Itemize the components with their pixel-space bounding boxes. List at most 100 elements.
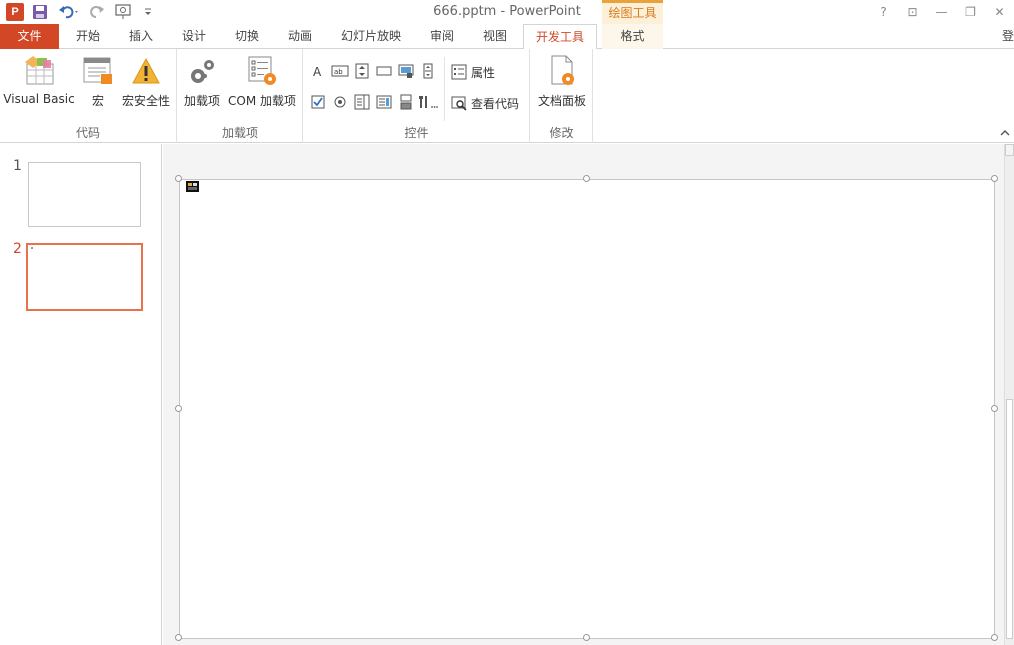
tab-design[interactable]: 设计 xyxy=(168,24,220,49)
macro-security-button[interactable]: 宏安全性 xyxy=(120,55,172,109)
com-addins-button[interactable]: COM 加载项 xyxy=(226,55,298,109)
toggle-button-icon xyxy=(400,94,412,110)
label-icon: A xyxy=(313,65,322,78)
group-code: Visual Basic 宏 宏安全性 代码 xyxy=(0,49,177,143)
textbox-control-button[interactable]: ab xyxy=(331,62,349,80)
more-controls-button[interactable] xyxy=(417,93,439,111)
tab-review[interactable]: 审阅 xyxy=(416,24,468,49)
macros-button[interactable]: 宏 xyxy=(80,55,116,109)
collapse-ribbon-button[interactable] xyxy=(1000,129,1010,140)
tab-slide-show[interactable]: 幻灯片放映 xyxy=(328,24,414,49)
visual-basic-label: Visual Basic xyxy=(3,92,75,106)
properties-button[interactable]: 属性 xyxy=(451,62,495,82)
group-addins: 加载项 COM 加载项 加载项 xyxy=(178,49,303,143)
resize-handle[interactable] xyxy=(991,405,998,412)
group-controls: A ab 属性 查看代码 控件 xyxy=(304,49,530,143)
document-panel-label: 文档面板 xyxy=(537,94,586,108)
slide-thumbnail-2[interactable] xyxy=(26,243,143,311)
group-controls-label: 控件 xyxy=(404,126,429,140)
tab-developer[interactable]: 开发工具 xyxy=(523,24,597,50)
activex-control-icon[interactable] xyxy=(186,181,199,192)
combobox-icon xyxy=(376,95,392,109)
toggle-button-control-button[interactable] xyxy=(397,93,415,111)
scrollbar-control-button[interactable] xyxy=(419,62,437,80)
close-button[interactable]: ✕ xyxy=(985,0,1014,24)
properties-icon xyxy=(451,64,467,80)
ribbon: Visual Basic 宏 宏安全性 代码 加载项 COM 加载项 加载项 A… xyxy=(0,49,1014,143)
resize-handle[interactable] xyxy=(583,634,590,641)
view-code-icon xyxy=(451,96,467,111)
command-button-control-button[interactable] xyxy=(375,62,393,80)
tab-insert[interactable]: 插入 xyxy=(115,24,167,49)
tab-animations[interactable]: 动画 xyxy=(274,24,326,49)
resize-handle[interactable] xyxy=(991,634,998,641)
radio-icon xyxy=(334,96,346,108)
tab-view[interactable]: 视图 xyxy=(469,24,521,49)
slide-number: 2 xyxy=(13,241,22,257)
tab-file[interactable]: 文件 xyxy=(0,24,59,49)
properties-label: 属性 xyxy=(471,65,496,80)
gears-icon xyxy=(191,60,214,83)
textbox-icon: ab xyxy=(331,65,349,77)
label-control-button[interactable]: A xyxy=(309,62,327,80)
option-button-control-button[interactable] xyxy=(331,93,349,111)
addins-button[interactable]: 加载项 xyxy=(182,55,222,109)
visual-basic-icon xyxy=(25,56,54,85)
listbox-icon xyxy=(354,94,370,110)
resize-handle[interactable] xyxy=(175,175,182,182)
svg-text:ab: ab xyxy=(334,68,343,76)
tab-home[interactable]: 开始 xyxy=(62,24,114,49)
window-controls: ? ⊡ — ❐ ✕ xyxy=(869,0,1014,24)
view-code-button[interactable]: 查看代码 xyxy=(451,93,519,113)
warning-icon xyxy=(132,57,160,84)
svg-text:A: A xyxy=(313,65,322,78)
checkbox-icon xyxy=(311,95,325,109)
scroll-up-button[interactable] xyxy=(1005,144,1014,156)
com-addins-label: COM 加载项 xyxy=(228,94,296,108)
title-bar: P 666.pptm - PowerPoint 绘图工具 ? ⊡ — ❐ ✕ xyxy=(0,0,1014,24)
command-button-icon xyxy=(376,66,392,76)
group-modify-label: 修改 xyxy=(549,126,574,140)
window-title: 666.pptm - PowerPoint xyxy=(433,4,581,19)
addins-label: 加载项 xyxy=(183,94,220,108)
tab-format[interactable]: 格式 xyxy=(602,24,663,49)
chevron-up-icon xyxy=(1000,130,1010,136)
document-panel-icon xyxy=(551,55,574,85)
help-button[interactable]: ? xyxy=(869,0,898,24)
combobox-control-button[interactable] xyxy=(375,93,393,111)
image-control-button[interactable] xyxy=(397,62,415,80)
slide-thumbnail-1[interactable] xyxy=(28,162,141,227)
resize-handle[interactable] xyxy=(175,405,182,412)
ribbon-tabs: 文件 开始 插入 设计 切换 动画 幻灯片放映 审阅 视图 开发工具 格式 xyxy=(0,24,1014,50)
slide-number: 1 xyxy=(13,158,22,174)
minimize-button[interactable]: — xyxy=(927,0,956,24)
slide-canvas[interactable] xyxy=(179,179,995,639)
ribbon-display-options-button[interactable]: ⊡ xyxy=(898,0,927,24)
vertical-scrollbar[interactable] xyxy=(1004,144,1014,645)
document-panel-button[interactable]: 文档面板 xyxy=(535,55,589,109)
scroll-thumb[interactable] xyxy=(1006,399,1013,639)
drawing-tools-context-header: 绘图工具 xyxy=(602,0,663,24)
resize-handle[interactable] xyxy=(991,175,998,182)
listbox-control-button[interactable] xyxy=(353,93,371,111)
tools-icon xyxy=(419,96,438,108)
group-modify: 文档面板 修改 xyxy=(531,49,593,143)
macro-security-label: 宏安全性 xyxy=(121,94,170,108)
spinner-icon xyxy=(355,63,369,79)
resize-handle[interactable] xyxy=(175,634,182,641)
restore-button[interactable]: ❐ xyxy=(956,0,985,24)
macros-label: 宏 xyxy=(91,94,104,108)
spin-button-control-button[interactable] xyxy=(353,62,371,80)
resize-handle[interactable] xyxy=(583,175,590,182)
view-code-label: 查看代码 xyxy=(471,96,520,111)
group-addins-label: 加载项 xyxy=(221,126,258,140)
scrollbar-icon xyxy=(423,63,433,79)
macro-icon xyxy=(83,57,112,84)
group-code-label: 代码 xyxy=(75,126,100,140)
tab-transitions[interactable]: 切换 xyxy=(221,24,273,49)
checkbox-control-button[interactable] xyxy=(309,93,327,111)
visual-basic-button[interactable]: Visual Basic xyxy=(3,55,75,106)
thumbnail-control-dot xyxy=(31,247,33,249)
sign-in-link[interactable]: 登 xyxy=(1002,27,1014,44)
com-addins-icon xyxy=(248,56,276,85)
